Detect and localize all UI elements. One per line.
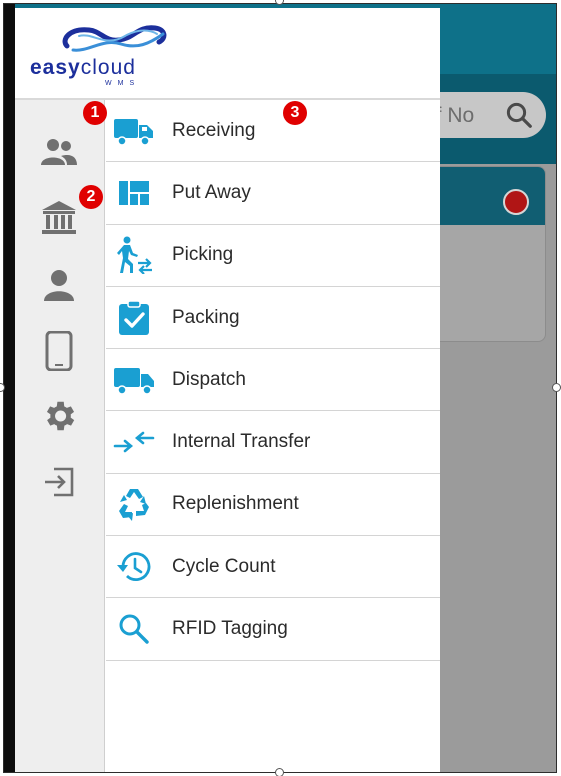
- logout-icon[interactable]: [37, 460, 81, 504]
- truck-icon: [112, 111, 156, 151]
- callout-badge-1: 1: [83, 101, 107, 125]
- menu-label: Dispatch: [172, 368, 246, 390]
- user-icon[interactable]: [37, 263, 81, 307]
- menu-label: Replenishment: [172, 493, 299, 515]
- search-icon: [112, 609, 156, 649]
- menu-label: Internal Transfer: [172, 431, 311, 453]
- navigation-drawer: easycloud WMS Receiving Put Away Picking…: [15, 8, 440, 772]
- menu-item-internal-transfer[interactable]: Internal Transfer: [106, 411, 440, 474]
- menu-item-rfid-tagging[interactable]: RFID Tagging: [106, 598, 440, 661]
- callout-badge-3: 3: [283, 101, 307, 125]
- history-icon: [112, 547, 156, 587]
- status-dot: [503, 189, 529, 215]
- menu-item-cycle-count[interactable]: Cycle Count: [106, 536, 440, 599]
- menu-label: Packing: [172, 306, 240, 328]
- menu-item-packing[interactable]: Packing: [106, 287, 440, 350]
- logo-text-cloud: cloud: [80, 56, 136, 79]
- menu-item-receiving[interactable]: Receiving: [106, 100, 440, 163]
- resize-handle-right[interactable]: [552, 383, 561, 392]
- walking-person-transfer-icon: [112, 235, 156, 275]
- drawer-header: easycloud WMS: [15, 8, 440, 100]
- logo-subtitle: WMS: [105, 80, 141, 87]
- menu-label: Receiving: [172, 119, 256, 141]
- settings-icon[interactable]: [37, 394, 81, 438]
- menu-label: RFID Tagging: [172, 618, 288, 640]
- device-edge: [4, 4, 15, 772]
- clipboard-check-icon: [112, 298, 156, 338]
- phone-icon[interactable]: [37, 329, 81, 373]
- menu-list: Receiving Put Away Picking Packing Dispa…: [106, 100, 440, 661]
- shelves-icon: [112, 173, 156, 213]
- recycle-icon: [112, 484, 156, 524]
- menu-label: Picking: [172, 244, 234, 266]
- search-icon[interactable]: [504, 100, 534, 135]
- logo-text: easycloud: [30, 56, 136, 80]
- menu-label: Cycle Count: [172, 555, 276, 577]
- delivery-truck-icon: [112, 360, 156, 400]
- users-icon[interactable]: [37, 130, 81, 174]
- menu-label: Put Away: [172, 181, 251, 203]
- menu-item-dispatch[interactable]: Dispatch: [106, 349, 440, 412]
- logo-text-easy: easy: [30, 56, 81, 79]
- screenshot-frame: ef No easycloud WMS Receiving Put Away P…: [0, 0, 561, 776]
- resize-handle-bottom[interactable]: [275, 768, 284, 776]
- callout-badge-2: 2: [79, 185, 103, 209]
- easycloud-logo: easycloud WMS: [27, 22, 192, 92]
- menu-item-replenishment[interactable]: Replenishment: [106, 474, 440, 537]
- bank-icon[interactable]: [37, 196, 81, 240]
- menu-item-picking[interactable]: Picking: [106, 225, 440, 287]
- menu-item-put-away[interactable]: Put Away: [106, 162, 440, 225]
- arrows-inward-icon: [112, 422, 156, 462]
